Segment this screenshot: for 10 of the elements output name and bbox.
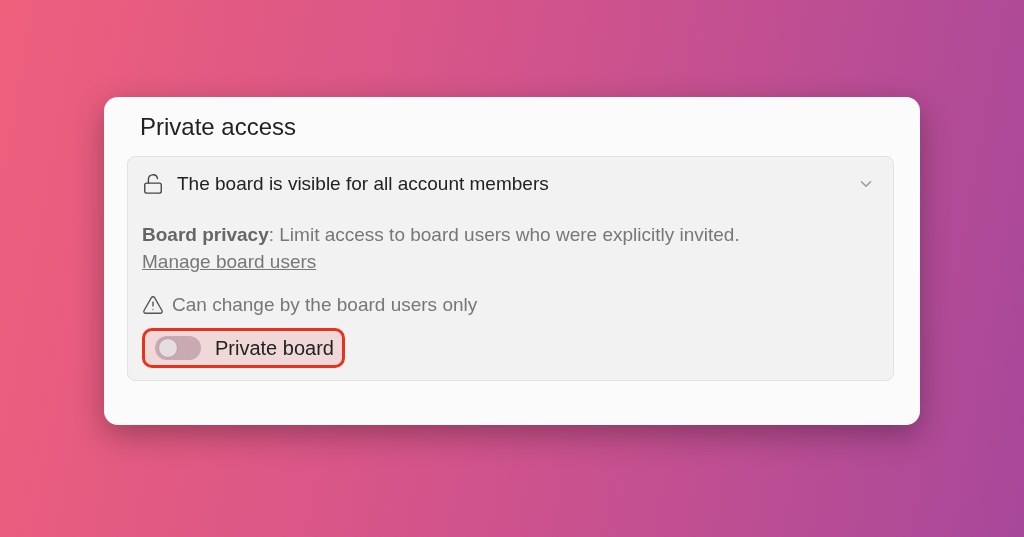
visibility-row[interactable]: The board is visible for all account members [142,157,879,211]
private-board-toggle[interactable] [155,336,201,360]
manage-users-link[interactable]: Manage board users [142,248,317,275]
toggle-label: Private board [215,336,334,361]
warning-icon [142,294,164,316]
warning-text: Can change by the board users only [172,292,478,317]
visibility-summary: The board is visible for all account members [177,171,550,196]
unlocked-padlock-icon [142,173,164,195]
privacy-description: Board privacy: Limit access to board users who were explicitly invited. [142,223,741,247]
dialog-title: Private access [139,112,298,142]
